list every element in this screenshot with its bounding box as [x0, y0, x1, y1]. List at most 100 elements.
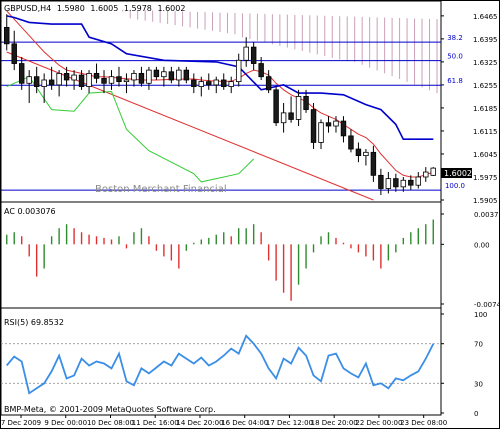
candle-body [423, 171, 429, 178]
candle-body [33, 76, 40, 87]
ac-plot-area [0, 201, 442, 309]
trading-chart: 38.2 50.0 61.8 100.0 Boston Merchant Financ… [0, 0, 500, 429]
candle-body [408, 179, 414, 186]
candle-body [213, 79, 219, 86]
fib-level-label: 38.2 [447, 34, 463, 42]
candle-body [348, 135, 354, 150]
price-tick-label: 1.6255 [473, 82, 498, 90]
fib-level-label: 100.0 [445, 182, 465, 190]
candle-body [11, 43, 17, 64]
x-tick-label: 7 Dec 2009 [1, 419, 41, 427]
candle-body [265, 76, 272, 91]
candle-body [228, 81, 234, 87]
candle-body [146, 69, 152, 84]
candle-body [63, 73, 70, 81]
candle-body [273, 89, 279, 124]
candle-body [333, 120, 339, 127]
candle-body [393, 178, 399, 188]
candle-body [101, 77, 107, 84]
candle-body [250, 46, 257, 64]
symbol-label: GBPUSD,H4 1.5980 1.6005 1.5978 1.6002 [4, 4, 185, 13]
watermark-text: Boston Merchant Financial [95, 184, 227, 195]
ac-tick-label: 0.003763 [474, 211, 500, 219]
x-tick-label: 11 Dec 16:00 [132, 419, 179, 427]
quote-high: 1.6005 [90, 4, 118, 13]
x-tick-label: 23 Dec 08:00 [400, 419, 447, 427]
candle-body [198, 81, 205, 87]
candle-body [168, 71, 175, 81]
quote-open: 1.5980 [57, 4, 85, 13]
candle-body [325, 122, 332, 127]
candle-body [161, 71, 167, 78]
candle-body [71, 74, 77, 81]
fib-level-label: 50.0 [447, 53, 463, 61]
candle-body [310, 109, 317, 143]
candle-body [56, 73, 62, 86]
ac-tick-label: 0.00 [474, 241, 490, 249]
candle-body [243, 46, 249, 61]
candle-body [400, 179, 407, 188]
price-tick-label: 1.5905 [473, 197, 498, 205]
price-tick-label: 1.5975 [473, 174, 498, 182]
candle-body [430, 167, 436, 176]
rsi-tick-label: 0 [474, 410, 478, 418]
copyright-text: BMP-Meta, © 2001-2009 MetaQuotes Softwar… [4, 405, 216, 414]
x-tick-label: 22 Dec 00:00 [355, 419, 402, 427]
candle-body [41, 79, 47, 87]
symbol-name: GBPUSD,H4 [4, 4, 51, 13]
candle-body [318, 122, 324, 143]
price-tick-label: 1.6395 [473, 36, 498, 44]
rsi-label: RSI(5) 69.8532 [4, 318, 64, 327]
ac-label: AC 0.003076 [4, 207, 56, 216]
candle-body [363, 151, 369, 157]
candle-body [385, 178, 392, 189]
x-tick-label: 14 Dec 20:00 [176, 419, 223, 427]
x-tick-label: 10 Dec 08:00 [87, 419, 134, 427]
candle-body [370, 151, 377, 176]
candle-body [131, 73, 137, 81]
rsi-plot-area [0, 307, 442, 416]
candle-body [183, 69, 190, 81]
candle-body [18, 63, 25, 84]
candle-body [340, 120, 347, 137]
fib-level-label: 61.8 [447, 77, 463, 85]
price-panel: 38.2 50.0 61.8 100.0 Boston Merchant Financ… [0, 0, 498, 205]
price-tick-label: 1.6465 [473, 13, 498, 21]
rsi-tick-label: 30 [474, 380, 483, 388]
ac-panel: AC 0.003076 0.003763 0.00 -0.00740 [0, 201, 500, 309]
rsi-tick-label: 70 [474, 341, 483, 349]
candle-body [280, 112, 287, 124]
candle-body [78, 74, 85, 87]
ac-tick-label: -0.00740 [474, 301, 500, 309]
candle-body [86, 73, 92, 87]
candle-body [138, 73, 145, 84]
price-tick-label: 1.6185 [473, 105, 498, 113]
candle-body [378, 174, 384, 189]
candle-body [116, 76, 122, 83]
price-tick-label: 1.6045 [473, 151, 498, 159]
candle-body [4, 26, 10, 45]
x-tick-label: 17 Dec 12:00 [266, 419, 313, 427]
candle-body [206, 81, 212, 86]
candle-body [123, 79, 130, 83]
x-tick-label: 9 Dec 00:00 [44, 419, 87, 427]
candle-body [303, 96, 309, 110]
candle-body [48, 79, 55, 86]
candle-body [191, 79, 197, 87]
candle-body [93, 73, 100, 79]
candle-body [26, 76, 32, 84]
candle-body [176, 69, 182, 81]
candle-body [288, 112, 294, 120]
quote-low: 1.5978 [124, 4, 152, 13]
rsi-panel: RSI(5) 69.8532 100 70 30 0 BMP-Meta, © 2001… [0, 307, 487, 418]
quote-close: 1.6002 [157, 4, 185, 13]
current-price-label: 1.6002 [444, 169, 472, 178]
candle-body [235, 59, 242, 83]
rsi-tick-label: 100 [474, 311, 487, 319]
candle-body [295, 96, 302, 120]
candle-body [355, 148, 362, 157]
price-tick-label: 1.6325 [473, 59, 498, 67]
candle-body [153, 69, 160, 78]
x-tick-label: 16 Dec 04:00 [221, 419, 268, 427]
price-tick-label: 1.6115 [473, 128, 498, 136]
